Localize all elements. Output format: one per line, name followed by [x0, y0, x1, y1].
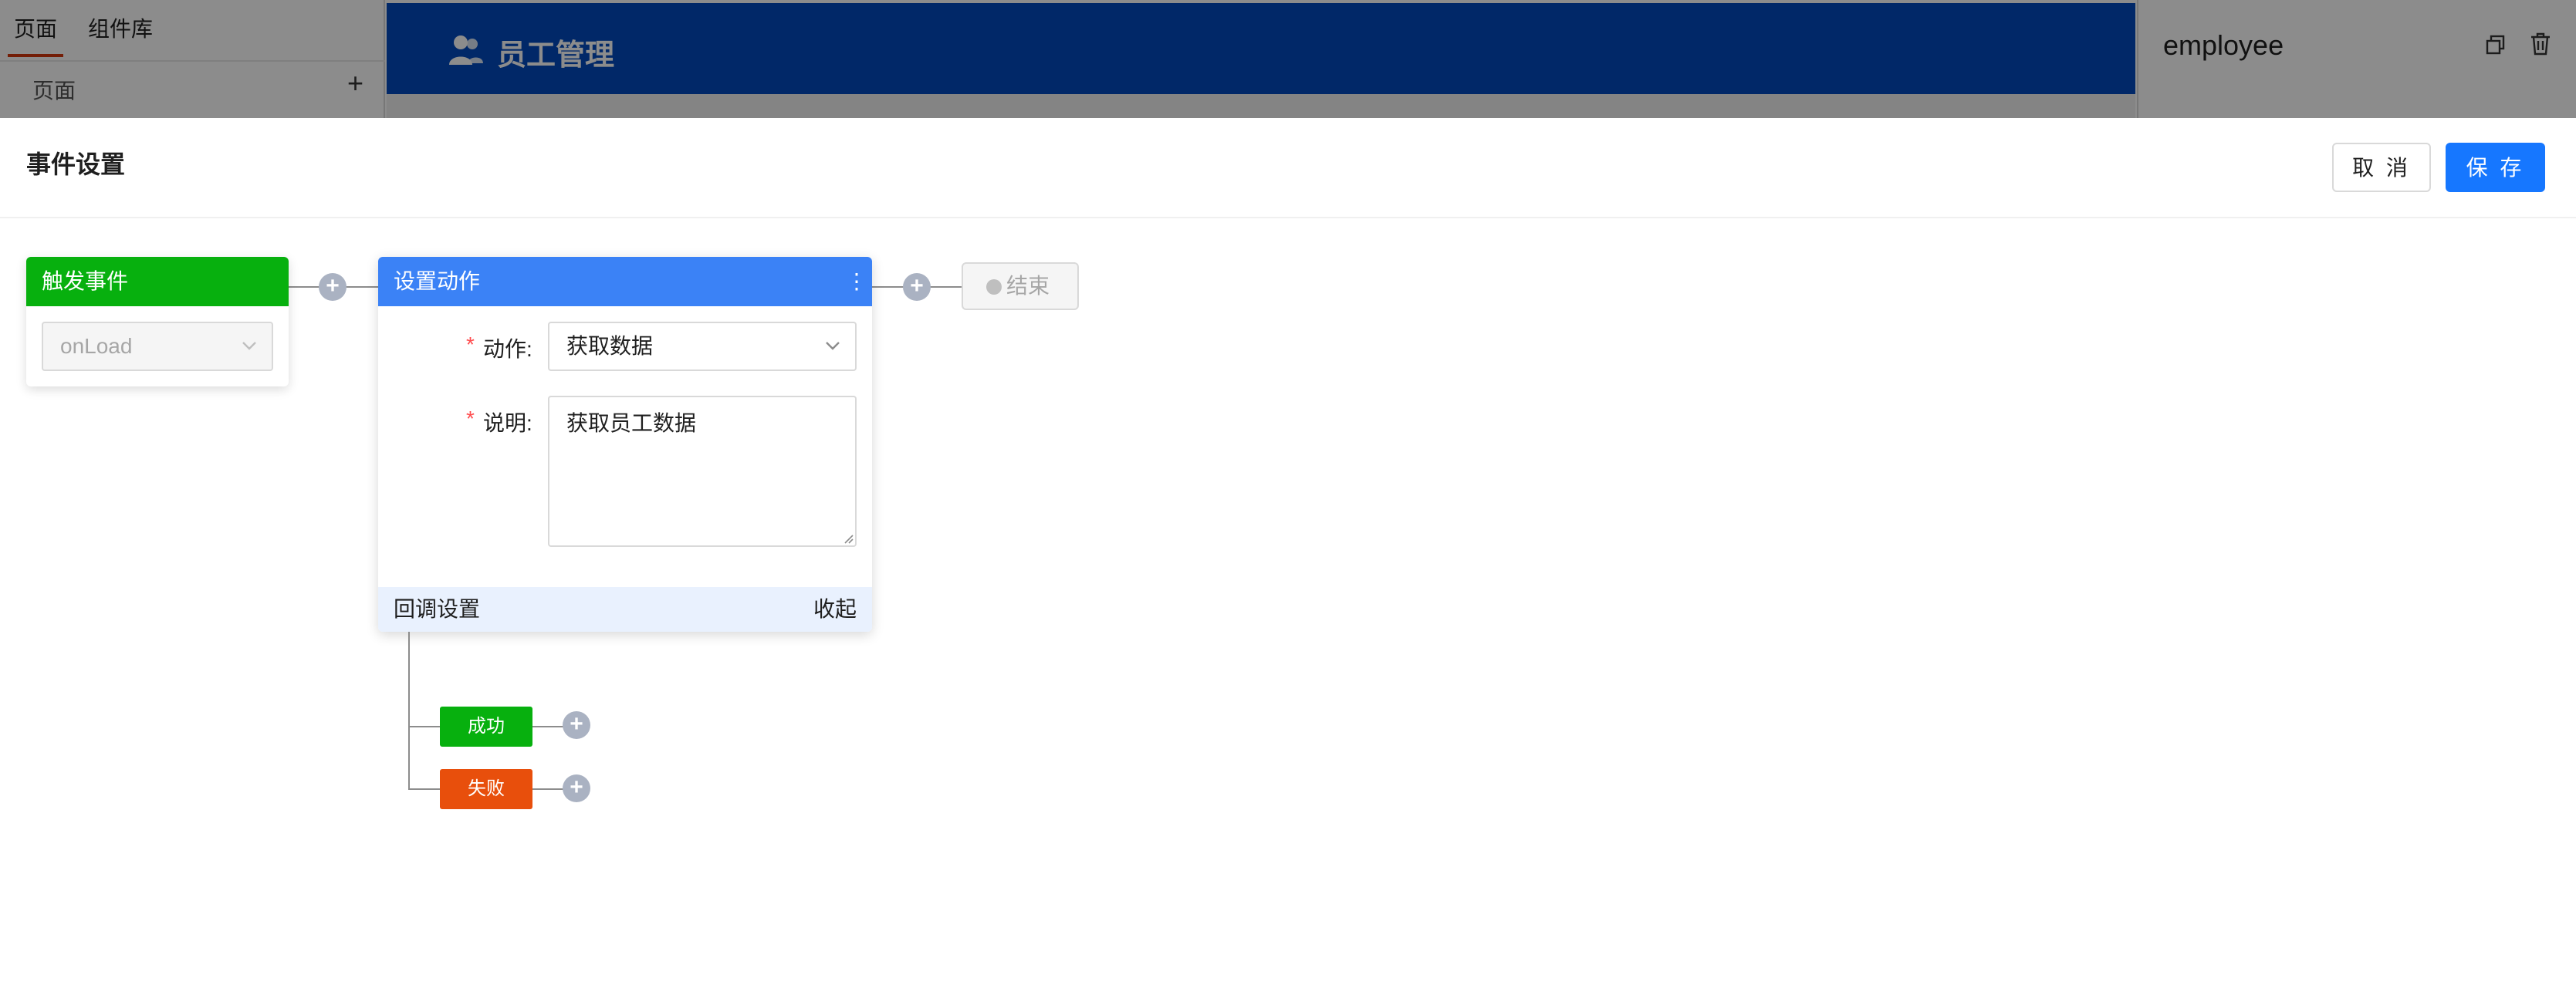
end-dot-icon: [986, 279, 1002, 295]
chevron-down-icon: [242, 342, 256, 350]
trigger-event-select[interactable]: onLoad: [42, 322, 273, 371]
callback-branch-line: [408, 788, 440, 790]
action-field-label: 动作:: [483, 337, 532, 361]
chevron-down-icon: [826, 342, 840, 350]
callback-branch-line: [532, 726, 564, 727]
modal-mask[interactable]: [0, 0, 2576, 118]
trigger-event-value: onLoad: [60, 334, 133, 358]
cancel-button[interactable]: 取 消: [2332, 143, 2431, 192]
required-mark: *: [466, 332, 475, 356]
add-action-icon[interactable]: +: [319, 273, 347, 301]
set-action-card: 设置动作 ⋮ * 动作: 获取数据 * 说明: 获取员工数据 回调设置 收起: [378, 257, 872, 632]
drawer-divider: [0, 217, 2576, 218]
end-node: 结束: [962, 262, 1079, 310]
drawer-title: 事件设置: [26, 150, 126, 178]
save-button[interactable]: 保 存: [2446, 143, 2545, 192]
description-field-label: 说明:: [483, 411, 532, 435]
callback-branch-line: [532, 788, 564, 790]
background-app: 页面 组件库 页面 + 员工管理 employee: [0, 0, 2576, 118]
callback-branch-line: [408, 632, 410, 788]
callback-settings-bar: 回调设置 收起: [378, 587, 872, 632]
trigger-event-header: 触发事件: [26, 257, 289, 306]
description-textarea[interactable]: 获取员工数据: [548, 396, 857, 547]
action-select-value: 获取数据: [566, 334, 654, 358]
description-value: 获取员工数据: [566, 411, 697, 435]
callback-settings-label: 回调设置: [394, 597, 481, 621]
trigger-event-card: 触发事件 onLoad: [26, 257, 289, 386]
end-label: 结束: [1006, 274, 1050, 298]
required-mark: *: [466, 407, 475, 430]
resize-grip-icon[interactable]: [843, 533, 854, 544]
more-icon[interactable]: ⋮: [846, 268, 867, 295]
success-callback-node[interactable]: 成功: [440, 707, 532, 747]
add-success-action-icon[interactable]: +: [563, 711, 590, 739]
set-action-title: 设置动作: [394, 269, 481, 293]
add-fail-action-icon[interactable]: +: [563, 774, 590, 802]
callback-branch-line: [408, 726, 440, 727]
set-action-header: 设置动作: [378, 257, 872, 306]
fail-callback-node[interactable]: 失败: [440, 769, 532, 809]
action-select[interactable]: 获取数据: [548, 322, 857, 371]
collapse-link[interactable]: 收起: [813, 587, 857, 632]
add-action-icon[interactable]: +: [903, 273, 931, 301]
